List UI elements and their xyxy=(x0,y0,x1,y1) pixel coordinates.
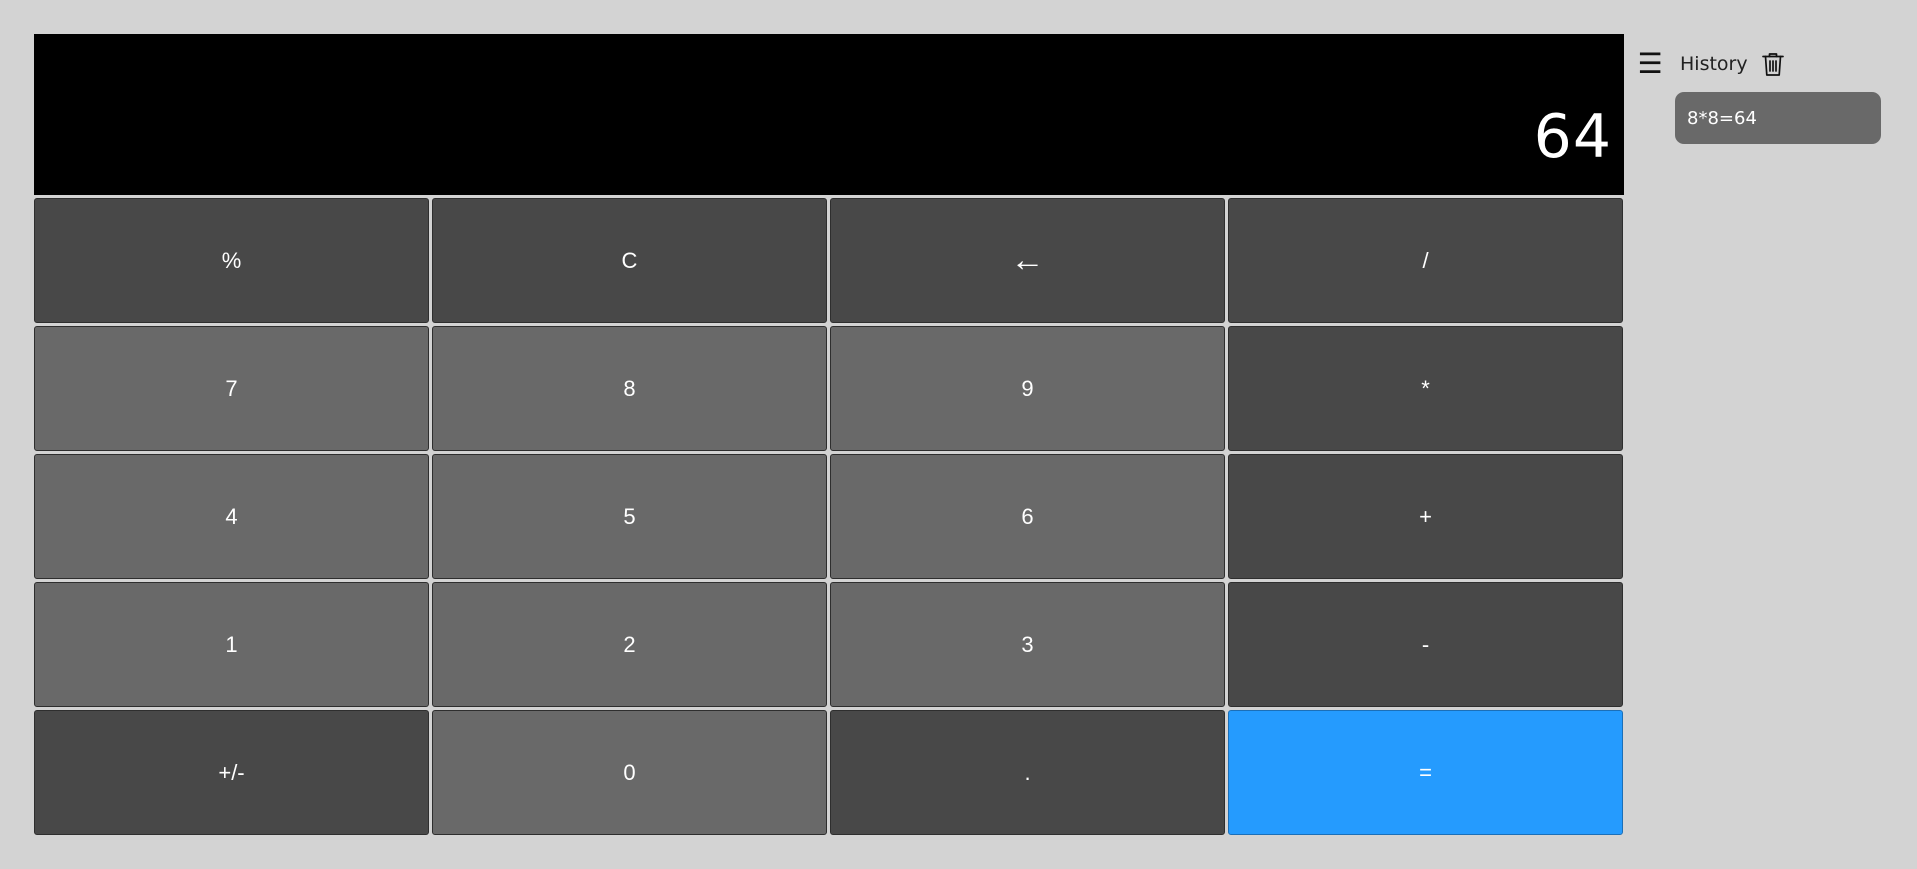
backspace-button[interactable]: ← xyxy=(830,198,1225,323)
key-label: 2 xyxy=(623,631,636,657)
key-label: 3 xyxy=(1021,631,1034,657)
negate-button[interactable]: +/- xyxy=(34,710,429,835)
digit-2-button[interactable]: 2 xyxy=(432,582,827,707)
percent-button[interactable]: % xyxy=(34,198,429,323)
history-title: History xyxy=(1680,53,1748,75)
key-label: + xyxy=(1419,503,1432,529)
history-item-expression: 8*8=64 xyxy=(1687,107,1757,129)
hamburger-menu-icon[interactable]: ☰ xyxy=(1637,50,1662,78)
back-arrow-icon: ← xyxy=(1010,241,1045,279)
key-label: = xyxy=(1419,759,1432,785)
key-label: / xyxy=(1422,247,1429,273)
clear-button[interactable]: C xyxy=(432,198,827,323)
trash-icon[interactable] xyxy=(1761,50,1787,78)
key-label: % xyxy=(221,247,242,273)
digit-1-button[interactable]: 1 xyxy=(34,582,429,707)
digit-5-button[interactable]: 5 xyxy=(432,454,827,579)
digit-4-button[interactable]: 4 xyxy=(34,454,429,579)
key-label: 5 xyxy=(623,503,636,529)
key-label: . xyxy=(1024,759,1031,785)
key-label: 7 xyxy=(225,375,238,401)
digit-0-button[interactable]: 0 xyxy=(432,710,827,835)
key-label: - xyxy=(1421,631,1430,657)
history-panel: ☰ History 8*8=64 xyxy=(1637,44,1888,144)
key-label: 9 xyxy=(1021,375,1034,401)
digit-6-button[interactable]: 6 xyxy=(830,454,1225,579)
key-label: * xyxy=(1421,375,1430,401)
multiply-button[interactable]: * xyxy=(1228,326,1623,451)
display-value: 64 xyxy=(1533,102,1612,172)
calculator: 64 % C ← / 7 8 9 * 4 5 6 + 1 2 3 - +/- 0… xyxy=(34,34,1624,835)
key-label: 0 xyxy=(623,759,636,785)
history-list: 8*8=64 xyxy=(1675,92,1888,144)
digit-7-button[interactable]: 7 xyxy=(34,326,429,451)
digit-3-button[interactable]: 3 xyxy=(830,582,1225,707)
keypad: % C ← / 7 8 9 * 4 5 6 + 1 2 3 - +/- 0 . … xyxy=(34,198,1624,835)
digit-9-button[interactable]: 9 xyxy=(830,326,1225,451)
equals-button[interactable]: = xyxy=(1228,710,1623,835)
key-label: 1 xyxy=(225,631,238,657)
digit-8-button[interactable]: 8 xyxy=(432,326,827,451)
subtract-button[interactable]: - xyxy=(1228,582,1623,707)
calculator-display: 64 xyxy=(34,34,1624,195)
history-item[interactable]: 8*8=64 xyxy=(1675,92,1881,144)
decimal-button[interactable]: . xyxy=(830,710,1225,835)
key-label: 4 xyxy=(225,503,238,529)
key-label: +/- xyxy=(218,759,245,785)
key-label: 6 xyxy=(1021,503,1034,529)
key-label: 8 xyxy=(623,375,636,401)
add-button[interactable]: + xyxy=(1228,454,1623,579)
divide-button[interactable]: / xyxy=(1228,198,1623,323)
history-header: ☰ History xyxy=(1637,44,1888,84)
key-label: C xyxy=(621,247,638,273)
